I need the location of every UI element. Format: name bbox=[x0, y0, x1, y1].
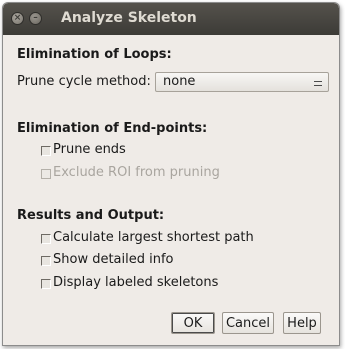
detailed-info-checkbox[interactable]: Show detailed info bbox=[41, 252, 174, 267]
labeled-skeletons-label: Display labeled skeletons bbox=[53, 275, 219, 290]
labeled-skeletons-checkbox[interactable]: Display labeled skeletons bbox=[41, 275, 218, 290]
checkbox-icon bbox=[41, 145, 51, 156]
prune-cycle-label: Prune cycle method: bbox=[17, 74, 151, 89]
ok-button[interactable]: OK bbox=[171, 312, 215, 334]
minimize-button[interactable]: – bbox=[29, 12, 42, 25]
checkbox-icon bbox=[41, 168, 51, 179]
loops-heading: Elimination of Loops: bbox=[17, 47, 172, 62]
dialog-content: Elimination of Loops: Prune cycle method… bbox=[3, 35, 339, 345]
checkbox-icon bbox=[41, 233, 51, 244]
window-title: Analyze Skeleton bbox=[61, 10, 197, 26]
detailed-info-label: Show detailed info bbox=[53, 252, 174, 267]
prune-ends-checkbox[interactable]: Prune ends bbox=[41, 142, 126, 157]
close-button[interactable]: × bbox=[11, 12, 24, 25]
shortest-path-checkbox[interactable]: Calculate largest shortest path bbox=[41, 230, 254, 245]
exclude-roi-label: Exclude ROI from pruning bbox=[53, 165, 220, 180]
shortest-path-label: Calculate largest shortest path bbox=[53, 230, 254, 245]
prune-cycle-select[interactable]: none bbox=[155, 72, 329, 92]
title-bar[interactable]: × – Analyze Skeleton bbox=[3, 3, 339, 35]
endpoints-heading: Elimination of End-points: bbox=[17, 121, 208, 136]
close-icon: × bbox=[13, 13, 22, 23]
checkbox-icon bbox=[41, 278, 51, 289]
dialog-window: × – Analyze Skeleton Elimination of Loop… bbox=[2, 2, 340, 346]
minimize-icon: – bbox=[33, 13, 38, 23]
prune-ends-label: Prune ends bbox=[53, 142, 126, 157]
checkbox-icon bbox=[41, 255, 51, 266]
results-heading: Results and Output: bbox=[17, 208, 165, 223]
dropdown-icon bbox=[314, 81, 322, 86]
cancel-button[interactable]: Cancel bbox=[222, 312, 274, 334]
help-button[interactable]: Help bbox=[283, 312, 321, 334]
prune-cycle-value: none bbox=[163, 74, 196, 89]
exclude-roi-checkbox: Exclude ROI from pruning bbox=[41, 165, 220, 180]
